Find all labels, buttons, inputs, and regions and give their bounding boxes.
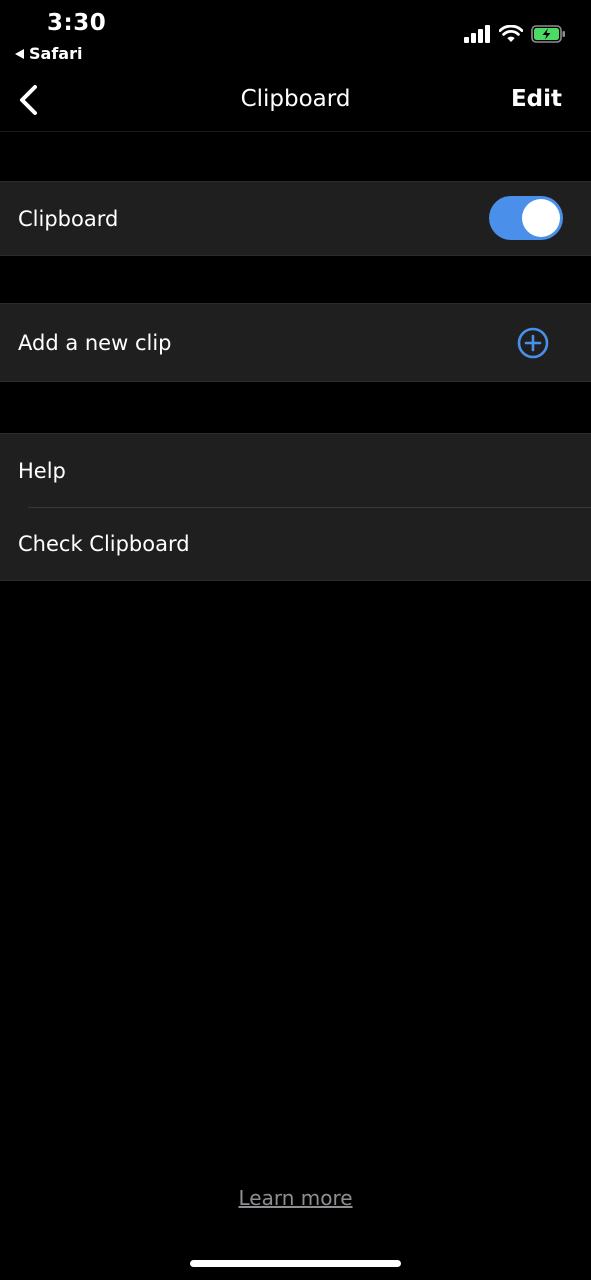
back-triangle-icon — [15, 48, 24, 59]
clipboard-toggle-row: Clipboard — [0, 182, 591, 255]
help-label: Help — [18, 458, 66, 483]
clipboard-toggle-label: Clipboard — [18, 206, 119, 231]
toggle-knob — [522, 199, 560, 237]
clipboard-toggle-switch[interactable] — [489, 196, 563, 240]
learn-more-link[interactable]: Learn more — [0, 1186, 591, 1210]
add-new-clip-row[interactable]: Add a new clip — [0, 304, 591, 381]
help-group: Help Check Clipboard — [0, 433, 591, 581]
cellular-signal-icon — [464, 25, 490, 43]
home-indicator[interactable] — [190, 1260, 401, 1267]
check-clipboard-row[interactable]: Check Clipboard — [0, 507, 591, 580]
add-new-clip-label: Add a new clip — [18, 330, 172, 355]
return-app-label: Safari — [29, 44, 83, 63]
add-clip-group: Add a new clip — [0, 303, 591, 382]
check-clipboard-label: Check Clipboard — [18, 531, 190, 556]
status-bar: 3:30 Safari — [0, 0, 591, 70]
edit-button[interactable]: Edit — [511, 86, 562, 112]
wifi-icon — [499, 25, 523, 42]
page-title: Clipboard — [240, 86, 351, 112]
plus-circle-icon[interactable] — [517, 327, 549, 359]
clipboard-toggle-group: Clipboard — [0, 181, 591, 256]
status-icons — [464, 25, 567, 43]
navigation-bar: Clipboard Edit — [0, 70, 591, 132]
battery-charging-icon — [531, 25, 565, 43]
help-row[interactable]: Help — [0, 434, 591, 507]
return-to-app-link[interactable]: Safari — [15, 44, 82, 63]
status-time: 3:30 — [47, 10, 107, 36]
